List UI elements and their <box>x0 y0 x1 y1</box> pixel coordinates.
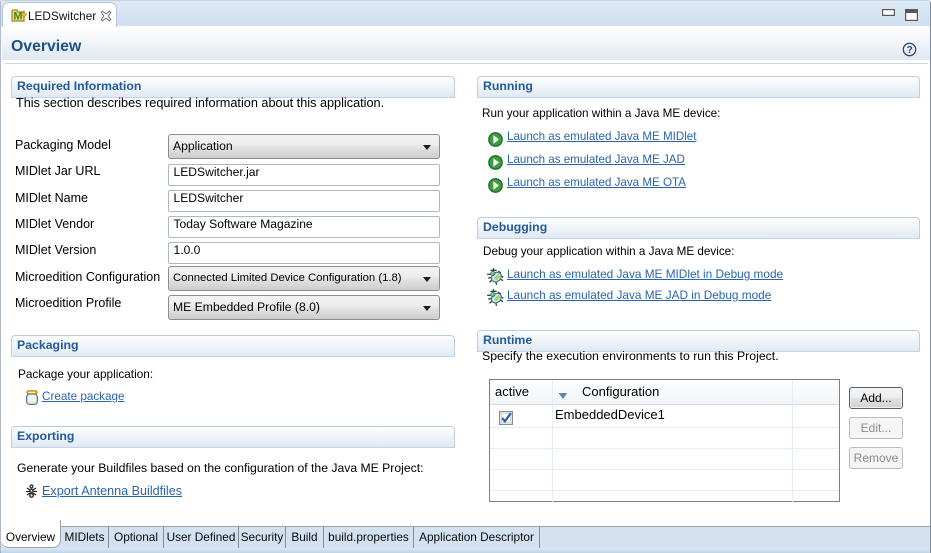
svg-text:?: ? <box>907 45 913 56</box>
svg-text:M: M <box>13 11 22 23</box>
